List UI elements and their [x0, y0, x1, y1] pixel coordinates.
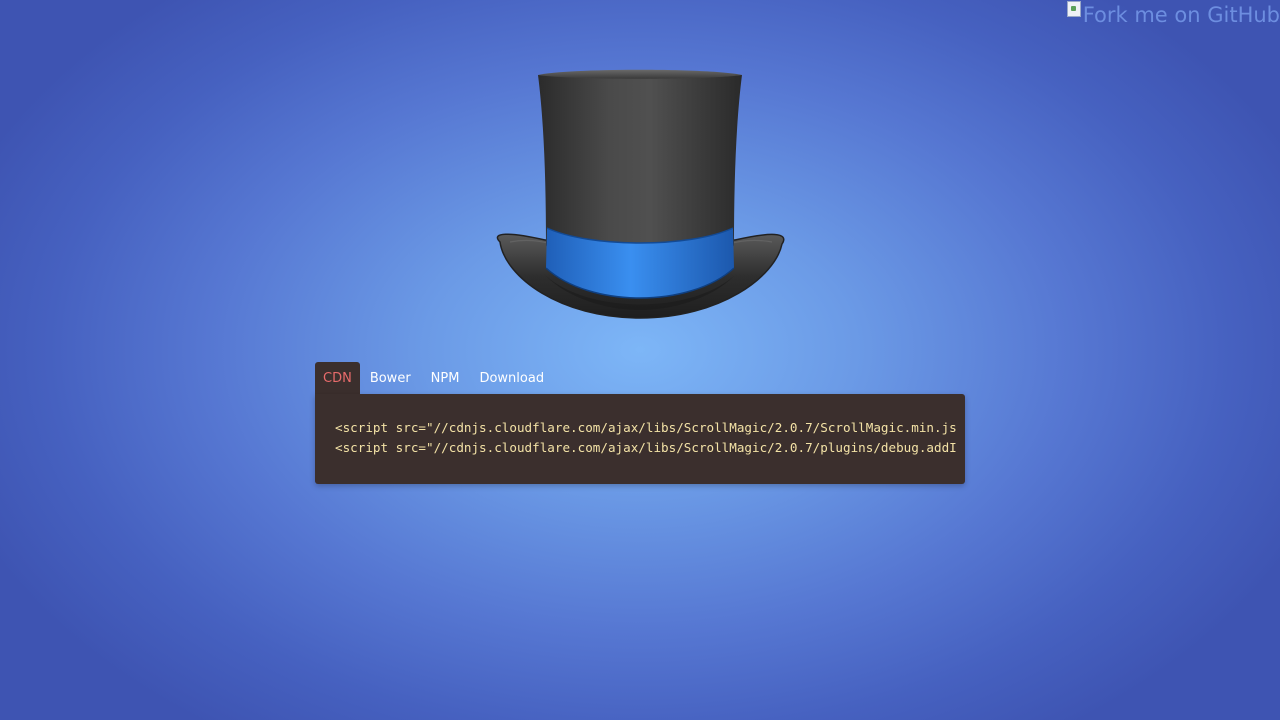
tab-bower[interactable]: Bower: [360, 362, 421, 394]
tab-download[interactable]: Download: [469, 362, 554, 394]
fork-ribbon-alt-text: Fork me on GitHub: [1082, 3, 1280, 27]
install-tabs: CDN Bower NPM Download: [315, 362, 965, 394]
installation-widget: CDN Bower NPM Download <script src="//cd…: [315, 362, 965, 484]
code-line-scrollmagic: <script src="//cdnjs.cloudflare.com/ajax…: [335, 420, 957, 435]
fork-me-on-github-link[interactable]: Fork me on GitHub: [1060, 0, 1280, 30]
code-snippet-panel[interactable]: <script src="//cdnjs.cloudflare.com/ajax…: [315, 394, 965, 484]
broken-image-icon: [1066, 1, 1081, 17]
code-line-debug-addindicators: <script src="//cdnjs.cloudflare.com/ajax…: [335, 440, 957, 455]
tab-npm[interactable]: NPM: [421, 362, 470, 394]
tab-cdn[interactable]: CDN: [315, 362, 360, 394]
top-hat-logo: [490, 62, 790, 326]
